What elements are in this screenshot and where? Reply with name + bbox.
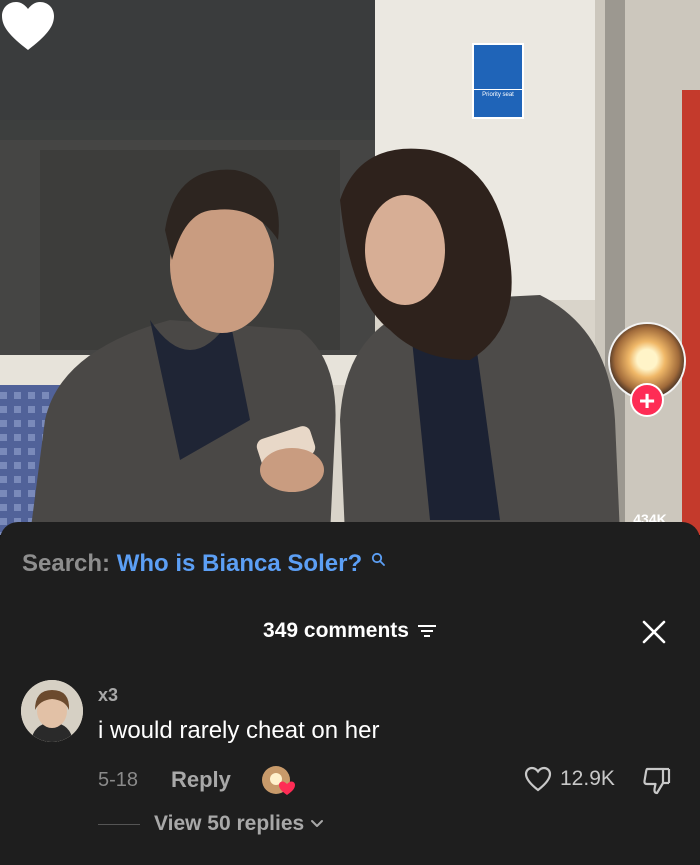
close-icon[interactable]: [642, 620, 666, 644]
video-frame-image: Priority seat: [0, 0, 700, 535]
comment-date: 5-18: [98, 769, 139, 791]
comment-like-button[interactable]: 12.9K: [524, 766, 615, 792]
creator-liked-badge-icon: [262, 766, 295, 795]
search-suggestion[interactable]: Search: Who is Bianca Soler?: [22, 550, 385, 578]
search-query-link[interactable]: Who is Bianca Soler?: [117, 550, 362, 577]
comments-count-label: 349 comments: [263, 619, 409, 642]
priority-seat-sign: Priority seat: [482, 92, 514, 98]
follow-plus-button[interactable]: +: [630, 383, 664, 417]
search-icon: [371, 552, 385, 566]
search-prefix: Search:: [22, 550, 111, 577]
comment-text: i would rarely cheat on her: [98, 717, 380, 744]
heart-outline-icon: [524, 766, 552, 792]
reply-button[interactable]: Reply: [171, 767, 231, 793]
comment-username[interactable]: x3: [98, 685, 118, 706]
video-player[interactable]: Priority seat + 434K: [0, 0, 700, 535]
commenter-avatar[interactable]: [21, 680, 83, 742]
filter-sort-icon[interactable]: [417, 623, 437, 639]
chevron-down-icon: [311, 820, 324, 827]
view-replies-label: View 50 replies: [154, 812, 305, 835]
view-replies-button[interactable]: View 50 replies: [154, 812, 324, 836]
comments-sheet: Search: Who is Bianca Soler? 349 comment…: [0, 522, 700, 865]
comment-like-count: 12.9K: [560, 767, 615, 790]
dislike-icon[interactable]: [641, 765, 673, 797]
comments-header: 349 comments: [0, 619, 700, 643]
like-heart-icon[interactable]: [0, 0, 56, 52]
replies-divider: [98, 824, 140, 825]
